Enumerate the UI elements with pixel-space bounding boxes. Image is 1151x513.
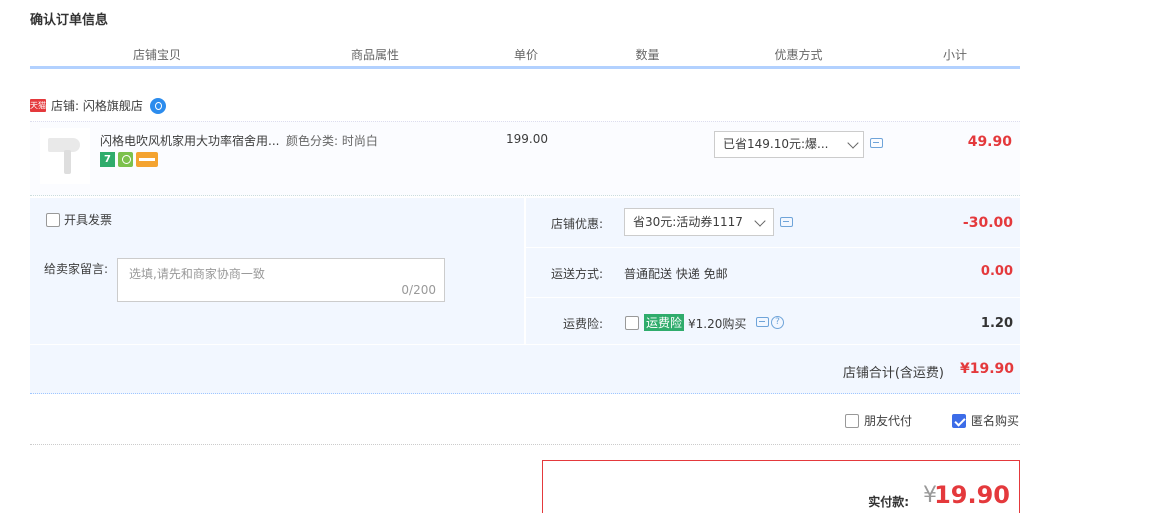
store-line: 天猫 店铺: 闪格旗舰店 (30, 97, 166, 114)
invoice-label: 开具发票 (64, 213, 113, 227)
shop-discount-amount: -30.00 (962, 215, 1013, 231)
insurance-tag: 运费险 (644, 314, 685, 331)
memo-char-count: 0/200 (401, 283, 436, 297)
friend-pay-label: 朋友代付 (864, 414, 913, 428)
insurance-fee: 1.20 (980, 316, 1013, 331)
store-total-value: ¥19.90 (959, 361, 1014, 377)
anonymous-label: 匿名购买 (971, 414, 1020, 428)
hair-dryer-handle (64, 150, 71, 174)
column-attributes: 商品属性 (286, 43, 466, 66)
memo-label: 给卖家留言: (44, 262, 109, 276)
discount-info-icon[interactable] (780, 217, 793, 227)
seller-memo-input[interactable]: 选填,请先和商家协商一致 0/200 (117, 258, 445, 302)
product-attribute: 颜色分类: 时尚白 (286, 134, 378, 148)
item-subtotal: 49.90 (967, 134, 1012, 150)
column-header: 店铺宝贝 商品属性 单价 数量 优惠方式 小计 (30, 43, 1020, 69)
store-total-row: 店铺合计(含运费) ¥19.90 (30, 345, 1020, 394)
chevron-down-icon (847, 137, 859, 149)
insurance-row: 运费险: 运费险 ¥1.20购买 ? 1.20 (526, 299, 1020, 344)
friend-pay-option[interactable]: 朋友代付 (845, 412, 912, 429)
service-guarantee-icon[interactable] (118, 152, 133, 167)
shipping-label: 运送方式: (550, 267, 603, 281)
insurance-info-icon[interactable] (756, 317, 769, 327)
anonymous-option[interactable]: 匿名购买 (952, 412, 1019, 429)
payment-summary: 实付款: ¥ 19.90 (542, 460, 1020, 513)
promotion-info-icon[interactable] (870, 138, 883, 148)
item-promotion-select[interactable]: 已省149.10元:爆... (714, 131, 864, 158)
wangwang-chat-icon[interactable] (149, 97, 166, 114)
friend-pay-checkbox[interactable] (845, 413, 859, 428)
chevron-down-icon (754, 215, 766, 227)
payment-amount: 19.90 (934, 481, 1010, 509)
insurance-checkbox[interactable] (625, 316, 639, 330)
order-notes-panel: 开具发票 给卖家留言: 选填,请先和商家协商一致 0/200 (30, 198, 524, 344)
column-store-items: 店铺宝贝 (30, 43, 286, 66)
shop-discount-value: 省30元:活动券1117 (633, 215, 743, 229)
seven-day-return-icon[interactable]: 7 (100, 152, 115, 167)
shop-discount-select[interactable]: 省30元:活动券1117 (624, 208, 774, 236)
memo-placeholder: 选填,请先和商家协商一致 (129, 267, 265, 281)
shipping-fee: 0.00 (980, 264, 1013, 279)
shop-discount-label: 店铺优惠: (550, 217, 603, 231)
product-thumbnail[interactable] (40, 128, 90, 184)
column-subtotal: 小计 (942, 48, 967, 62)
store-total-label: 店铺合计(含运费) (842, 366, 944, 381)
invoice-option[interactable]: 开具发票 (46, 211, 112, 228)
unit-price: 199.00 (506, 132, 548, 146)
column-unit-price: 单价 (466, 43, 588, 66)
anonymous-checkbox[interactable] (952, 413, 966, 428)
credit-card-icon[interactable] (136, 152, 158, 167)
invoice-checkbox[interactable] (46, 212, 60, 227)
shop-discount-row: 店铺优惠: 省30元:活动券1117 -30.00 (526, 198, 1020, 248)
column-quantity: 数量 (588, 43, 709, 66)
insurance-label: 运费险: (562, 317, 603, 331)
divider (30, 444, 1020, 445)
item-row: 闪格电吹风机家用大功率宿舍用... 7 颜色分类: 时尚白 199.00 已省1… (30, 121, 1020, 196)
product-title-link[interactable]: 闪格电吹风机家用大功率宿舍用... (100, 132, 285, 149)
item-promotion-value: 已省149.10元:爆... (723, 137, 829, 151)
column-promotion: 优惠方式 (709, 43, 890, 66)
store-name-link[interactable]: 店铺: 闪格旗舰店 (51, 97, 143, 114)
order-fees-panel: 店铺优惠: 省30元:活动券1117 -30.00 运送方式: 普通配送 快递 … (526, 198, 1020, 344)
insurance-price: ¥1.20购买 (688, 317, 747, 331)
help-icon[interactable]: ? (771, 316, 784, 329)
shipping-row: 运送方式: 普通配送 快递 免邮 0.00 (526, 249, 1020, 298)
service-icons: 7 (100, 152, 158, 167)
shipping-method: 普通配送 快递 免邮 (624, 267, 728, 281)
payment-label: 实付款: (868, 495, 909, 509)
tmall-badge: 天猫 (30, 99, 46, 112)
page-title: 确认订单信息 (30, 13, 109, 28)
